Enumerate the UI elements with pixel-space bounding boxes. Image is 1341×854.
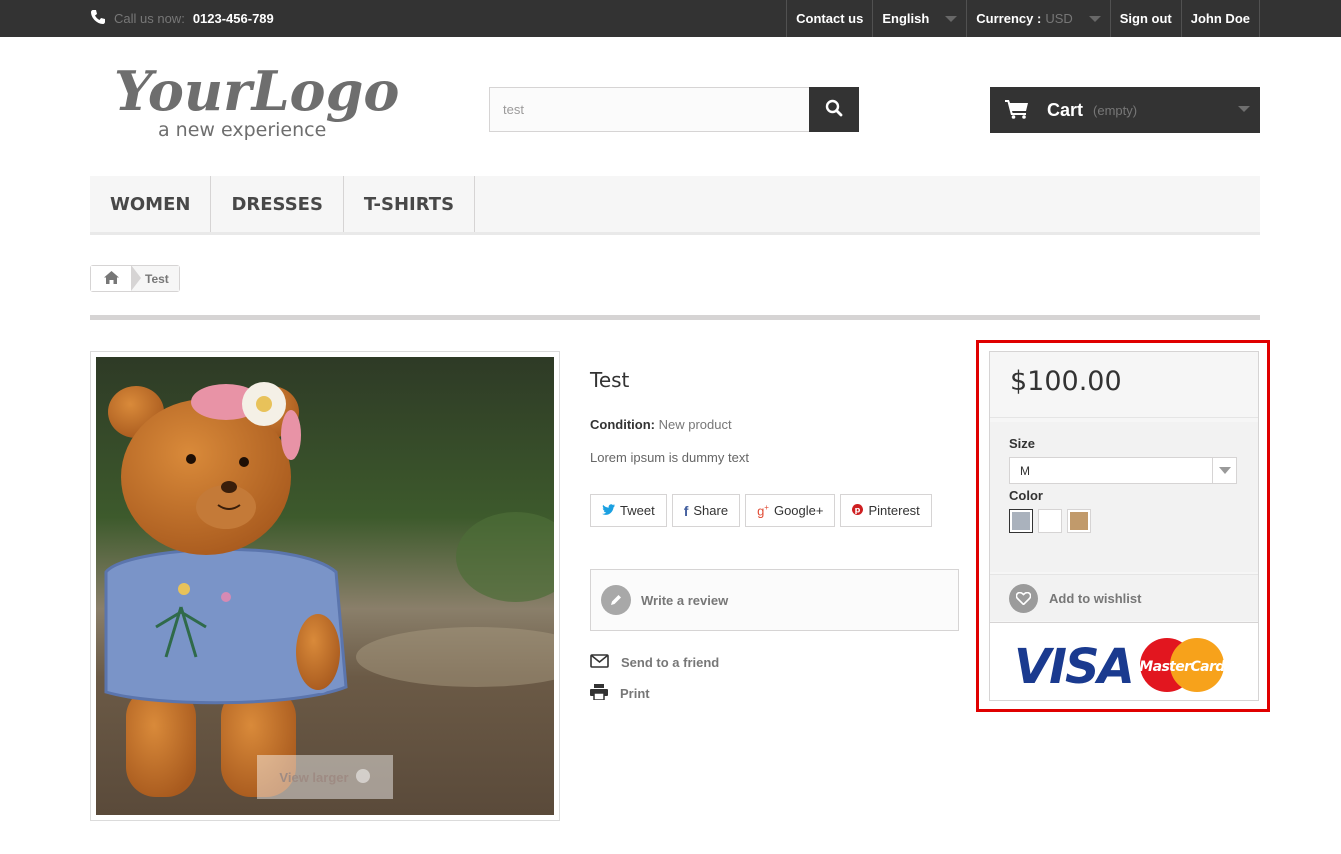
product-price: $100.00 bbox=[1010, 366, 1122, 397]
phone-number: 0123-456-789 bbox=[192, 11, 274, 26]
search-input[interactable] bbox=[489, 87, 809, 132]
cart-button[interactable]: Cart (empty) bbox=[990, 87, 1260, 133]
logo-tagline: a new experience bbox=[158, 119, 326, 141]
currency-label: Currency : bbox=[976, 11, 1042, 26]
contact-us-link[interactable]: Contact us bbox=[786, 0, 872, 37]
cart-status: (empty) bbox=[1093, 102, 1138, 118]
color-label: Color bbox=[1009, 488, 1043, 503]
pinterest-icon: p bbox=[852, 503, 864, 518]
sign-out-link[interactable]: Sign out bbox=[1109, 0, 1181, 37]
account-link[interactable]: John Doe bbox=[1180, 0, 1260, 37]
main-menu: WOMEN DRESSES T-SHIRTS bbox=[90, 176, 1260, 235]
site-logo[interactable]: YourLogo a new experience bbox=[112, 58, 402, 148]
print-label: Print bbox=[620, 686, 650, 701]
user-name: John Doe bbox=[1190, 11, 1250, 26]
zoom-icon bbox=[355, 768, 371, 787]
size-value: M bbox=[1020, 463, 1030, 478]
chevron-down-icon bbox=[1088, 15, 1101, 22]
visa-logo: VISA bbox=[1014, 639, 1133, 695]
chevron-down-icon bbox=[1212, 458, 1236, 483]
menu-item-t-shirts[interactable]: T-SHIRTS bbox=[344, 176, 476, 232]
home-icon bbox=[103, 270, 119, 287]
print-link[interactable]: Print bbox=[590, 684, 650, 703]
color-swatch-beige[interactable] bbox=[1067, 509, 1091, 533]
swatch-fill bbox=[1012, 512, 1030, 530]
top-bar: Call us now: 0123-456-789 Contact us Eng… bbox=[0, 0, 1341, 37]
contact-us-label: Contact us bbox=[796, 11, 864, 26]
facebook-icon: f bbox=[683, 502, 689, 519]
product-description: Lorem ipsum is dummy text bbox=[590, 450, 749, 465]
product-condition: Condition: New product bbox=[590, 417, 732, 432]
chevron-down-icon bbox=[945, 15, 958, 22]
currency-value: USD bbox=[1045, 11, 1073, 26]
swatch-fill bbox=[1041, 512, 1059, 530]
menu-item-women[interactable]: WOMEN bbox=[90, 176, 212, 232]
sign-out-label: Sign out bbox=[1119, 11, 1172, 26]
send-to-friend-label: Send to a friend bbox=[621, 655, 720, 670]
condition-label: Condition: bbox=[590, 417, 655, 432]
language-selector[interactable]: English bbox=[872, 0, 966, 37]
menu-item-dresses[interactable]: DRESSES bbox=[211, 176, 344, 232]
phone-icon bbox=[90, 9, 106, 28]
printer-icon bbox=[590, 684, 608, 703]
pencil-icon bbox=[601, 585, 631, 615]
divider bbox=[90, 315, 1260, 320]
attributes-section: Size M Color bbox=[990, 422, 1258, 572]
google-label: Google+ bbox=[773, 503, 824, 518]
product-image[interactable] bbox=[90, 351, 560, 821]
top-nav: Contact us English Currency : USD Sign ou… bbox=[786, 0, 1260, 37]
mastercard-logo: MasterCard bbox=[1139, 659, 1226, 675]
send-to-friend-link[interactable]: Send to a friend bbox=[590, 654, 719, 671]
share-label: Share bbox=[693, 503, 729, 518]
color-swatch-white[interactable] bbox=[1038, 509, 1062, 533]
chevron-down-icon bbox=[1238, 106, 1250, 112]
payment-logos: VISA MasterCard bbox=[990, 622, 1258, 700]
heart-icon bbox=[1009, 583, 1038, 613]
write-review-button[interactable]: Write a review bbox=[590, 569, 959, 631]
add-to-wishlist-button[interactable]: Add to wishlist bbox=[990, 574, 1258, 621]
product-title: Test bbox=[590, 368, 630, 392]
language-label: English bbox=[882, 11, 930, 26]
color-swatches bbox=[1009, 509, 1239, 533]
tweet-button[interactable]: Tweet bbox=[590, 494, 667, 527]
price-section: $100.00 bbox=[990, 352, 1258, 418]
pinterest-label: Pinterest bbox=[868, 503, 920, 518]
write-review-label: Write a review bbox=[641, 592, 729, 608]
size-select[interactable]: M bbox=[1009, 457, 1237, 484]
breadcrumb-home[interactable] bbox=[91, 265, 141, 291]
twitter-icon bbox=[602, 503, 615, 518]
currency-selector[interactable]: Currency : USD bbox=[966, 0, 1109, 37]
add-to-wishlist-label: Add to wishlist bbox=[1049, 590, 1142, 606]
color-swatch-grey[interactable] bbox=[1009, 509, 1033, 533]
envelope-icon bbox=[590, 654, 609, 671]
condition-value: New product bbox=[658, 417, 732, 432]
svg-text:p: p bbox=[855, 506, 861, 515]
search-bar bbox=[489, 87, 859, 132]
phone-info: Call us now: 0123-456-789 bbox=[90, 0, 274, 37]
buy-box: $100.00 Size M Color Add to wishlist VIS… bbox=[989, 351, 1259, 701]
phone-label: Call us now: bbox=[114, 11, 185, 26]
view-larger-label: View larger bbox=[279, 769, 349, 785]
pinterest-button[interactable]: p Pinterest bbox=[840, 494, 932, 527]
search-icon bbox=[825, 99, 843, 120]
google-plus-button[interactable]: g+ Google+ bbox=[745, 494, 836, 527]
breadcrumb: Test bbox=[90, 265, 180, 292]
view-larger-button[interactable]: View larger bbox=[257, 755, 393, 799]
tweet-label: Tweet bbox=[620, 503, 655, 518]
social-buttons: Tweet f Share g+ Google+ p Pinterest bbox=[590, 494, 932, 527]
teddy-bear-photo bbox=[96, 357, 554, 815]
swatch-fill bbox=[1070, 512, 1088, 530]
google-plus-icon: g+ bbox=[757, 502, 769, 519]
size-label: Size bbox=[1009, 436, 1036, 451]
cart-label: Cart bbox=[1047, 99, 1084, 120]
shopping-cart-icon bbox=[1005, 99, 1029, 122]
logo-text: YourLogo bbox=[114, 59, 399, 123]
facebook-share-button[interactable]: f Share bbox=[671, 494, 741, 527]
search-button[interactable] bbox=[809, 87, 859, 132]
